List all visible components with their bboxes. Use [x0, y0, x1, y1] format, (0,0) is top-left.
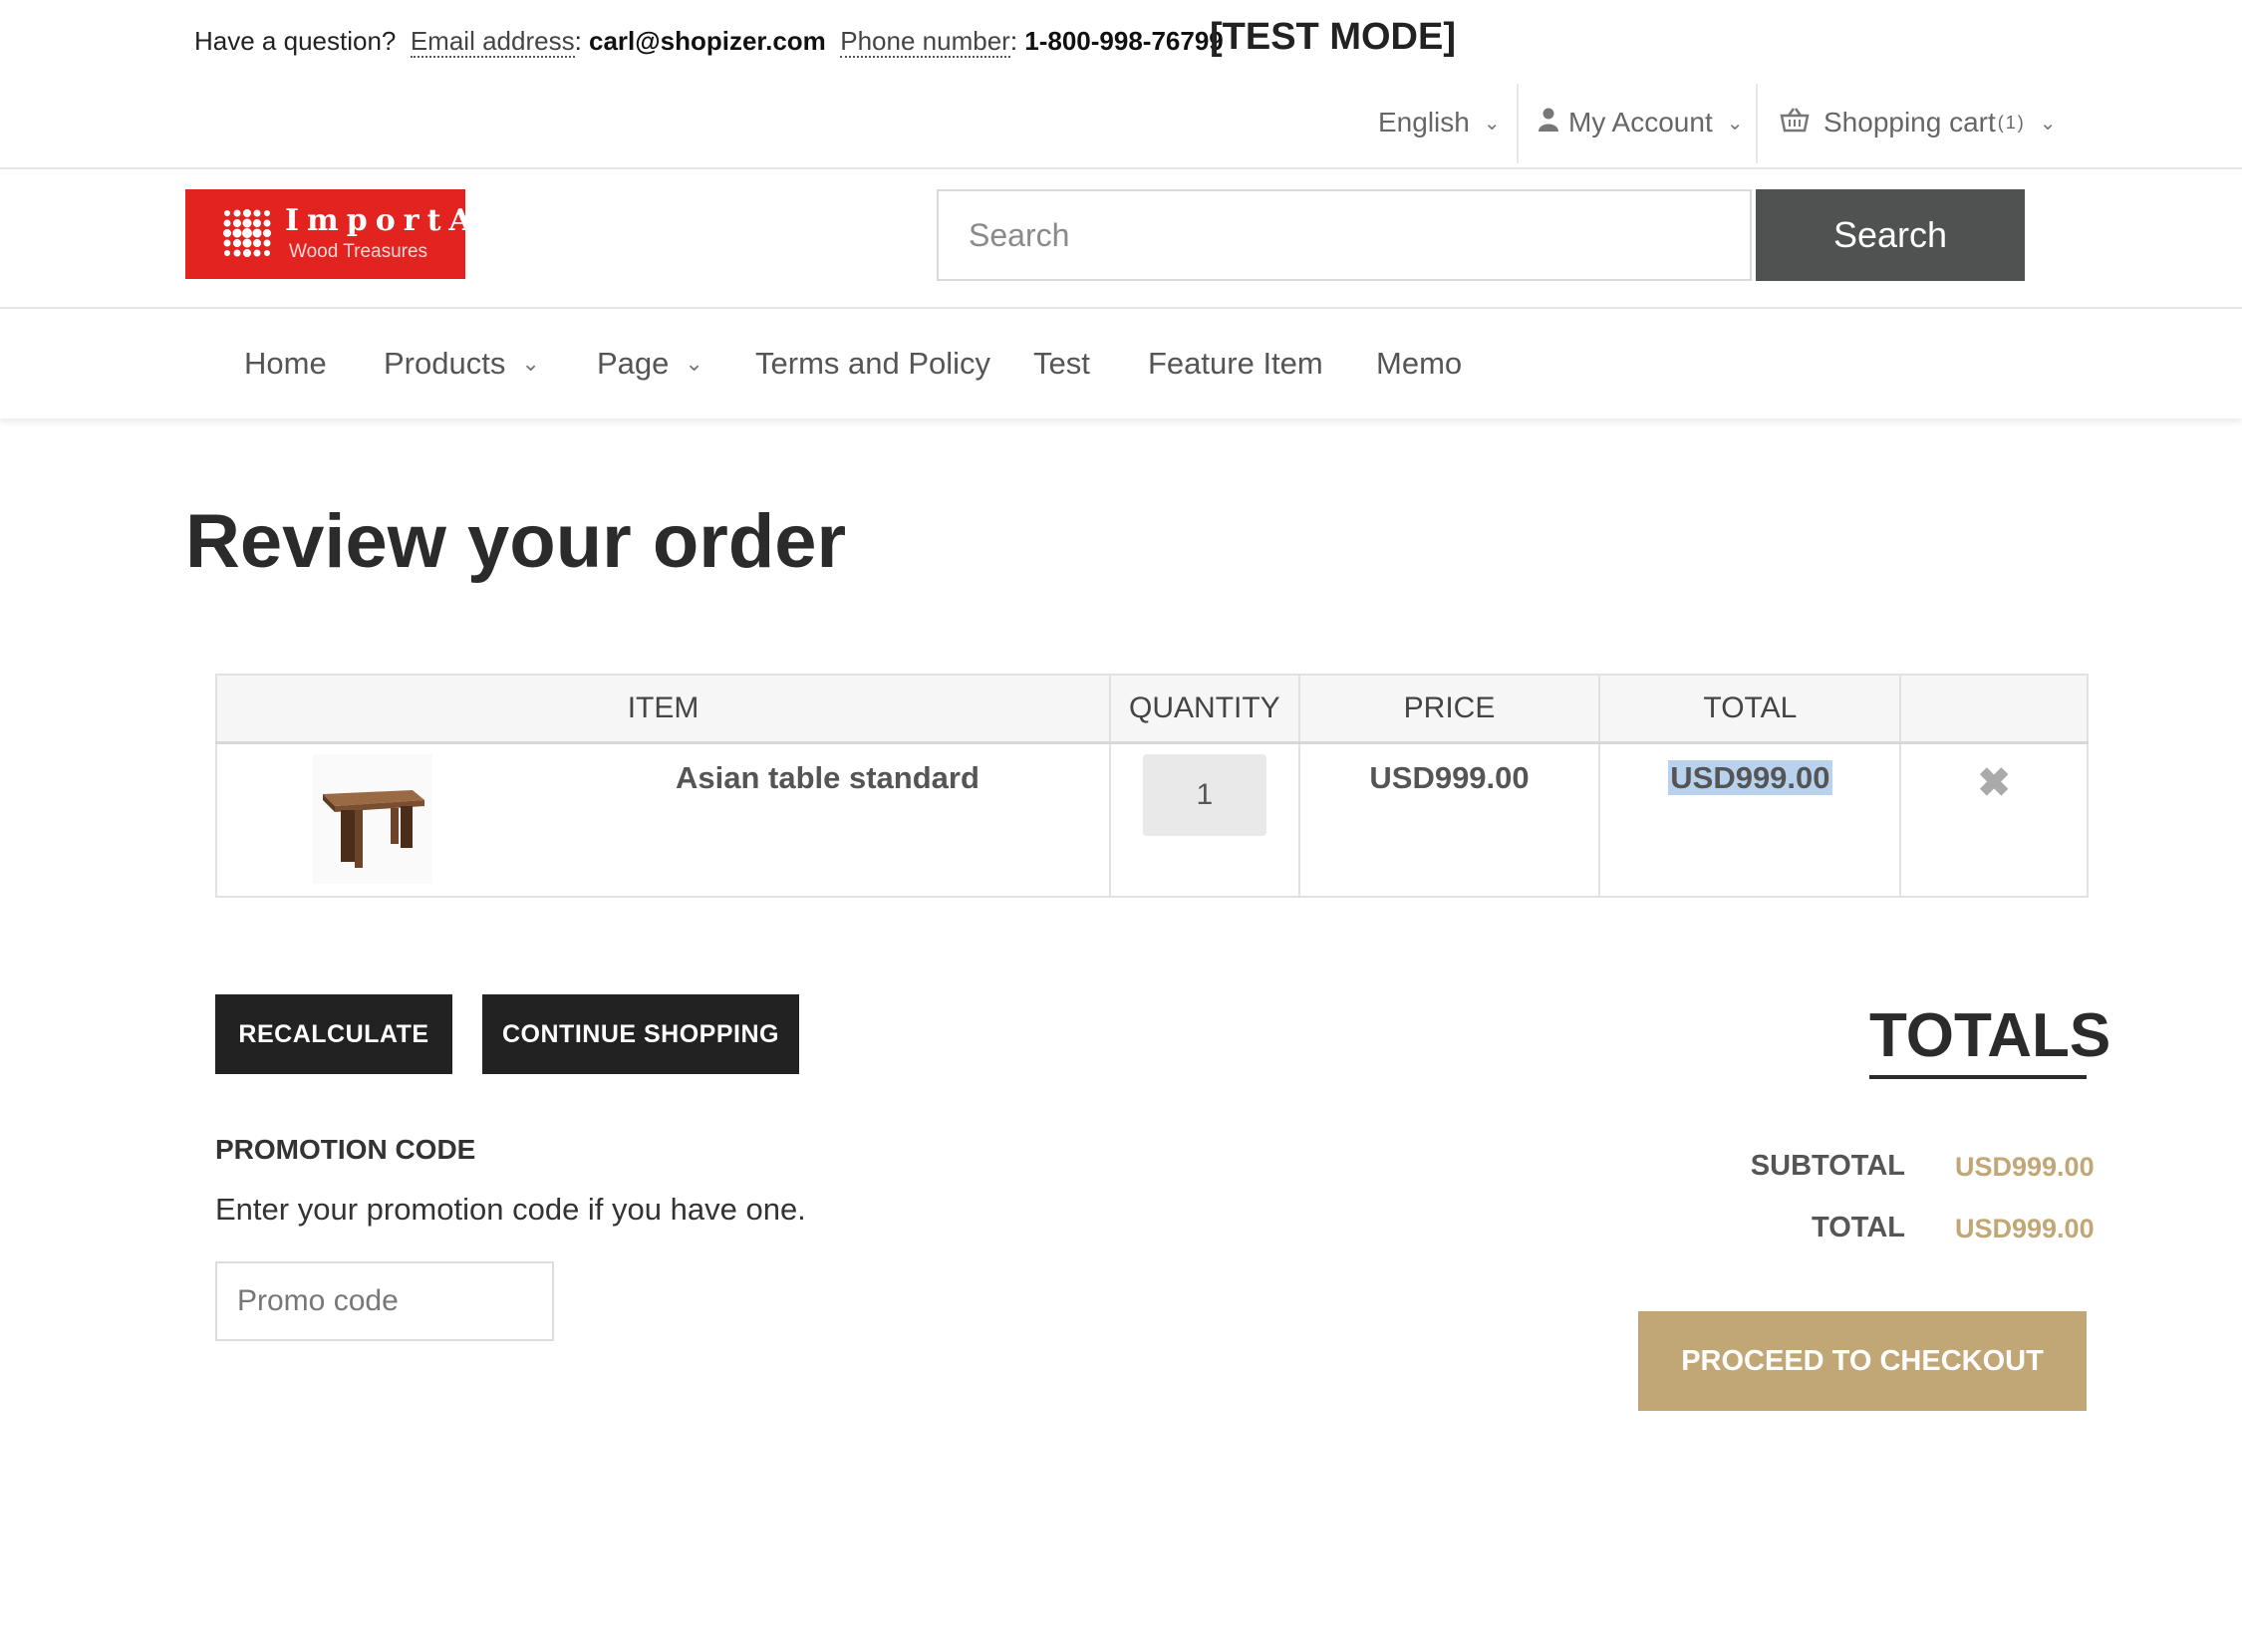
proceed-to-checkout-button[interactable]: PROCEED TO CHECKOUT	[1638, 1311, 2087, 1411]
my-account-label: My Account	[1568, 107, 1713, 138]
chevron-down-icon: ⌄	[685, 351, 703, 376]
recalculate-button[interactable]: RECALCULATE	[215, 994, 452, 1074]
promo-code-input[interactable]	[215, 1261, 554, 1341]
nav-item-feature[interactable]: Feature Item	[1148, 309, 1323, 418]
utility-bar: English ⌄ My Account ⌄ Shopping cart (1) …	[0, 80, 2242, 169]
contact-info: Have a question? Email address: carl@sho…	[194, 26, 1224, 58]
remove-cell: ✖	[1899, 741, 2089, 898]
email-value[interactable]: carl@shopizer.com	[589, 26, 826, 56]
logo-tagline: Wood Treasures	[289, 241, 428, 262]
language-dropdown[interactable]: English ⌄	[1378, 80, 1501, 165]
store-logo[interactable]: ImportA Wood Treasures	[185, 189, 472, 279]
quantity-input[interactable]	[1142, 754, 1266, 836]
cart-count-badge: (1)	[1997, 112, 2026, 133]
logo-brand-text: ImportA	[285, 203, 480, 238]
product-image[interactable]	[313, 754, 432, 884]
column-header-total: TOTAL	[1598, 674, 1902, 744]
shopping-cart-dropdown[interactable]: Shopping cart (1) ⌄	[1780, 80, 2057, 165]
shopping-cart-label: Shopping cart	[1823, 107, 1996, 138]
site-header: ImportA Wood Treasures Search	[0, 169, 2242, 309]
column-header-quantity: QUANTITY	[1109, 674, 1300, 744]
nav-item-test[interactable]: Test	[1033, 309, 1090, 418]
user-icon	[1539, 107, 1558, 138]
nav-item-memo[interactable]: Memo	[1376, 309, 1462, 418]
logo-dots-icon	[223, 209, 271, 257]
chevron-down-icon: ⌄	[2039, 112, 2057, 135]
chevron-down-icon: ⌄	[1483, 112, 1501, 135]
nav-page-label: Page	[597, 346, 670, 381]
column-header-item: ITEM	[214, 674, 1112, 744]
table-row: Asian table standard USD999.00 USD999.00…	[214, 741, 2089, 898]
nav-item-terms[interactable]: Terms and Policy	[755, 309, 990, 418]
total-cell: USD999.00	[1598, 741, 1902, 898]
close-icon[interactable]: ✖	[1977, 761, 2011, 805]
continue-shopping-button[interactable]: CONTINUE SHOPPING	[482, 994, 799, 1074]
basket-icon	[1780, 107, 1810, 139]
column-header-price: PRICE	[1297, 674, 1601, 744]
total-value: USD999.00	[1955, 1214, 2095, 1243]
question-label: Have a question?	[194, 26, 397, 56]
chevron-down-icon: ⌄	[1726, 112, 1744, 135]
row-total-value: USD999.00	[1668, 760, 1832, 795]
product-name[interactable]: Asian table standard	[676, 760, 980, 796]
my-account-dropdown[interactable]: My Account ⌄	[1539, 80, 1744, 165]
total-label: TOTAL	[1812, 1212, 1905, 1243]
email-label: Email address	[410, 26, 575, 58]
subtotal-label: SUBTOTAL	[1750, 1150, 1905, 1182]
search-input[interactable]	[937, 189, 1752, 281]
price-cell: USD999.00	[1297, 741, 1601, 898]
nav-item-home[interactable]: Home	[244, 309, 327, 418]
cart-table: ITEM QUANTITY PRICE TOTAL Asian table st…	[214, 674, 2089, 898]
divider	[1756, 84, 1758, 163]
search-button[interactable]: Search	[1756, 189, 2025, 281]
cart-header-row: ITEM QUANTITY PRICE TOTAL	[214, 674, 2089, 744]
divider	[1517, 84, 1519, 163]
column-header-remove	[1899, 674, 2089, 744]
promotion-heading: PROMOTION CODE	[215, 1134, 476, 1165]
totals-heading: TOTALS	[1869, 1000, 2110, 1079]
contact-bar: Have a question? Email address: carl@sho…	[0, 0, 2242, 80]
phone-label: Phone number	[840, 26, 1010, 58]
nav-products-label: Products	[384, 346, 506, 381]
nav-item-products[interactable]: Products ⌄	[384, 309, 540, 418]
phone-value[interactable]: 1-800-998-76799	[1024, 26, 1224, 56]
page-title: Review your order	[185, 499, 847, 584]
language-label: English	[1378, 107, 1470, 138]
quantity-cell	[1109, 741, 1300, 898]
chevron-down-icon: ⌄	[521, 351, 540, 376]
main-nav: Home Products ⌄ Page ⌄ Terms and Policy …	[0, 309, 2242, 418]
promotion-text: Enter your promotion code if you have on…	[215, 1192, 806, 1227]
test-mode-label: [TEST MODE]	[1210, 16, 1456, 58]
nav-item-page[interactable]: Page ⌄	[597, 309, 703, 418]
item-cell: Asian table standard	[214, 741, 1112, 898]
subtotal-value: USD999.00	[1955, 1152, 2095, 1182]
